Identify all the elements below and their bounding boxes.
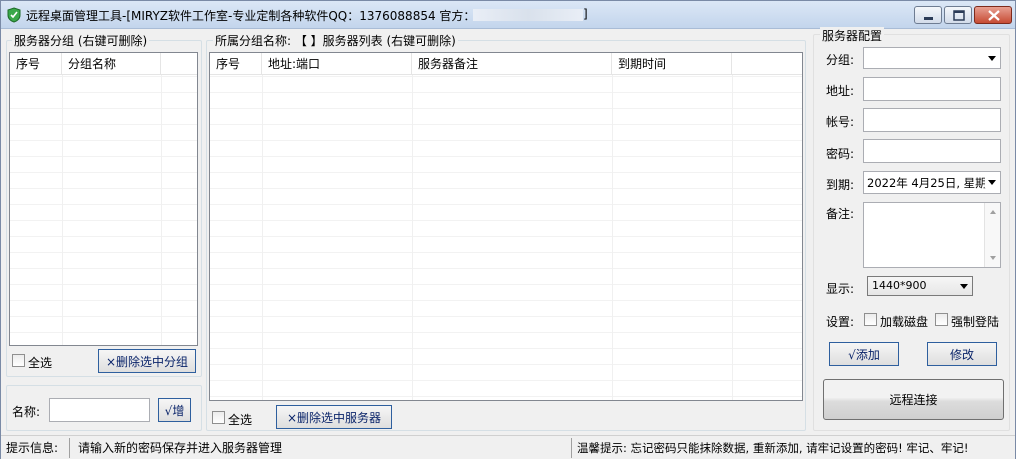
title-bar[interactable]: 远程桌面管理工具-[MIRYZ软件工作室-专业定制各种软件QQ：13760888… xyxy=(1,1,1015,29)
status-separator xyxy=(69,438,70,458)
status-warm-tip: 温馨提示: 忘记密码只能抹除数据, 重新添加, 请牢记设置的密码! 牢记、牢记! xyxy=(577,441,969,455)
window-title: 远程桌面管理工具-[MIRYZ软件工作室-专业定制各种软件QQ：13760888… xyxy=(26,9,476,23)
password-input[interactable] xyxy=(863,139,1001,163)
grid-line xyxy=(732,75,733,400)
grid-line xyxy=(62,75,63,345)
shield-app-icon xyxy=(7,7,21,23)
window-title-end: ] xyxy=(583,7,588,21)
maximize-icon xyxy=(953,10,965,21)
servers-list-body[interactable] xyxy=(210,76,802,400)
load-disk-checkbox[interactable] xyxy=(864,313,877,326)
load-disk-label: 加载磁盘 xyxy=(880,315,929,329)
grid-line xyxy=(161,75,162,345)
servers-panel-title: 所属分组名称: 【 】服务器列表 (右键可删除) xyxy=(213,32,458,49)
chevron-down-icon xyxy=(988,180,996,185)
grid-line xyxy=(412,75,413,400)
settings-field-label: 设置: xyxy=(826,315,855,329)
close-button[interactable] xyxy=(974,6,1012,24)
status-hint-label: 提示信息: xyxy=(6,441,59,455)
col-address-port[interactable]: 地址:端口 xyxy=(262,53,412,75)
add-group-button[interactable]: √增 xyxy=(158,398,191,422)
display-resolution-value: 1440*900 xyxy=(872,279,927,292)
remote-connect-button[interactable]: 远程连接 xyxy=(823,379,1004,420)
col-server-note[interactable]: 服务器备注 xyxy=(412,53,612,75)
col-extra[interactable] xyxy=(161,53,197,75)
servers-list-header: 序号 地址:端口 服务器备注 到期时间 xyxy=(210,53,802,75)
account-input[interactable] xyxy=(863,108,1001,132)
group-field-label: 分组: xyxy=(826,53,855,67)
note-textarea[interactable] xyxy=(863,202,1001,268)
address-input[interactable] xyxy=(863,77,1001,101)
app-window: 远程桌面管理工具-[MIRYZ软件工作室-专业定制各种软件QQ：13760888… xyxy=(0,0,1016,459)
expiry-field-label: 到期: xyxy=(826,178,855,192)
group-name-label: 名称: xyxy=(12,405,41,419)
minimize-button[interactable] xyxy=(914,6,942,24)
servers-select-all-checkbox[interactable] xyxy=(212,411,225,424)
groups-list-header: 序号 分组名称 xyxy=(10,53,197,75)
groups-list-body[interactable] xyxy=(10,76,197,345)
col-group-name[interactable]: 分组名称 xyxy=(62,53,161,75)
group-select[interactable] xyxy=(863,47,1001,69)
col-extra[interactable] xyxy=(732,53,802,75)
status-bar: 提示信息: 请输入新的密码保存并进入服务器管理 温馨提示: 忘记密码只能抹除数据… xyxy=(1,435,1015,459)
chevron-down-icon xyxy=(960,284,968,289)
force-login-label: 强制登陆 xyxy=(951,315,1000,329)
note-field-label: 备注: xyxy=(826,207,855,221)
chevron-down-icon xyxy=(988,56,996,61)
groups-select-all-label: 全选 xyxy=(28,356,53,370)
group-name-input[interactable] xyxy=(49,398,150,422)
servers-listview[interactable]: 序号 地址:端口 服务器备注 到期时间 xyxy=(209,52,803,401)
password-field-label: 密码: xyxy=(826,147,855,161)
address-field-label: 地址: xyxy=(826,84,855,98)
minimize-icon xyxy=(924,17,933,20)
status-hint-text: 请输入新的密码保存并进入服务器管理 xyxy=(78,441,283,455)
edit-server-button[interactable]: 修改 xyxy=(927,342,997,366)
groups-listview[interactable]: 序号 分组名称 xyxy=(9,52,198,346)
groups-panel-title: 服务器分组 (右键可删除) xyxy=(12,32,150,49)
redacted-url xyxy=(473,9,583,21)
force-login-checkbox[interactable] xyxy=(935,313,948,326)
col-expiry-time[interactable]: 到期时间 xyxy=(612,53,732,75)
grid-line xyxy=(262,75,263,400)
delete-selected-servers-button[interactable]: ×删除选中服务器 xyxy=(276,405,392,429)
expiry-date-picker[interactable]: 2022年 4月25日, 星期 xyxy=(863,171,1001,194)
grid-line xyxy=(612,75,613,400)
display-resolution-select[interactable]: 1440*900 xyxy=(867,276,973,296)
maximize-button[interactable] xyxy=(944,6,972,24)
col-index[interactable]: 序号 xyxy=(10,53,62,75)
delete-selected-groups-button[interactable]: ×删除选中分组 xyxy=(98,349,196,373)
close-icon xyxy=(988,10,1000,21)
account-field-label: 帐号: xyxy=(826,115,855,129)
expiry-date-value: 2022年 4月25日, 星期 xyxy=(867,176,987,190)
display-field-label: 显示: xyxy=(826,282,855,296)
servers-select-all-label: 全选 xyxy=(228,413,253,427)
col-index[interactable]: 序号 xyxy=(210,53,262,75)
config-panel-title: 服务器配置 xyxy=(820,27,885,44)
scroll-arrows-icon xyxy=(990,210,996,260)
groups-select-all-checkbox[interactable] xyxy=(12,354,25,367)
status-separator xyxy=(571,438,572,458)
note-scrollbar[interactable] xyxy=(984,203,1000,267)
add-server-button[interactable]: √添加 xyxy=(829,342,899,366)
